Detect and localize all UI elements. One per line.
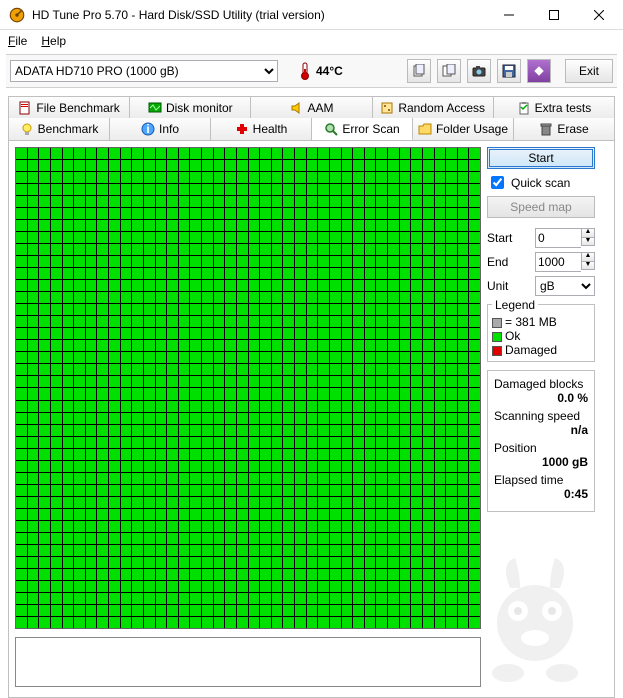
tab-file-benchmark[interactable]: File Benchmark: [8, 96, 130, 118]
elapsed-time-label: Elapsed time: [494, 473, 588, 487]
tab-aam[interactable]: AAM: [251, 96, 372, 118]
unit-label: Unit: [487, 279, 508, 293]
legend-block-icon: [492, 318, 502, 328]
save-button[interactable]: [497, 59, 521, 83]
copy-info-button[interactable]: [407, 59, 431, 83]
tab-info[interactable]: iInfo: [110, 118, 211, 140]
trash-icon: [539, 122, 553, 136]
start-input[interactable]: [535, 228, 581, 248]
toolbar: ADATA HD710 PRO (1000 gB) 44°C Exit: [6, 54, 617, 88]
tab-error-scan[interactable]: Error Scan: [312, 118, 413, 140]
minimize-button[interactable]: [486, 1, 531, 29]
stats-box: Damaged blocks 0.0 % Scanning speed n/a …: [487, 370, 595, 512]
start-button[interactable]: Start: [487, 147, 595, 169]
thermometer-icon: [298, 61, 312, 81]
app-icon: [8, 6, 26, 24]
close-button[interactable]: [576, 1, 621, 29]
tab-folder-usage[interactable]: Folder Usage: [413, 118, 514, 140]
info-icon: i: [141, 122, 155, 136]
monitor-icon: [148, 101, 162, 115]
options-button[interactable]: [527, 59, 551, 83]
message-box: [15, 637, 481, 687]
end-spinner[interactable]: ▲▼: [581, 252, 595, 272]
folder-icon: [418, 122, 432, 136]
health-icon: [235, 122, 249, 136]
tab-erase[interactable]: Erase: [514, 118, 615, 140]
damaged-blocks-label: Damaged blocks: [494, 377, 588, 391]
damaged-blocks-value: 0.0 %: [494, 391, 588, 405]
maximize-button[interactable]: [531, 1, 576, 29]
elapsed-time-value: 0:45: [494, 487, 588, 501]
tab-random-access[interactable]: Random Access: [373, 96, 494, 118]
screenshot-button[interactable]: [467, 59, 491, 83]
tab-health[interactable]: Health: [211, 118, 312, 140]
tab-content: Start Quick scan Speed map Start ▲▼ End …: [8, 140, 615, 698]
temperature-display: 44°C: [298, 61, 343, 81]
tab-extra-tests[interactable]: Extra tests: [494, 96, 615, 118]
speaker-icon: [290, 101, 304, 115]
legend-ok-icon: [492, 332, 502, 342]
legend-damaged-icon: [492, 346, 502, 356]
random-icon: [380, 101, 394, 115]
title-bar: HD Tune Pro 5.70 - Hard Disk/SSD Utility…: [0, 0, 623, 30]
menu-file[interactable]: File: [8, 34, 27, 48]
end-label: End: [487, 255, 508, 269]
start-spinner[interactable]: ▲▼: [581, 228, 595, 248]
magnifier-icon: [324, 122, 338, 136]
bulb-icon: [20, 122, 34, 136]
exit-button[interactable]: Exit: [565, 59, 613, 83]
window-title: HD Tune Pro 5.70 - Hard Disk/SSD Utility…: [32, 8, 486, 22]
start-label: Start: [487, 231, 512, 245]
tab-benchmark[interactable]: Benchmark: [8, 118, 110, 140]
position-label: Position: [494, 441, 588, 455]
svg-text:i: i: [146, 122, 149, 136]
end-input[interactable]: [535, 252, 581, 272]
menu-help[interactable]: Help: [41, 34, 66, 48]
scanning-speed-value: n/a: [494, 423, 588, 437]
tab-disk-monitor[interactable]: Disk monitor: [130, 96, 251, 118]
side-panel: Start Quick scan Speed map Start ▲▼ End …: [487, 147, 595, 691]
position-value: 1000 gB: [494, 455, 588, 469]
clipboard-icon: [517, 101, 531, 115]
speed-map-button[interactable]: Speed map: [487, 196, 595, 218]
file-icon: [18, 101, 32, 115]
scanning-speed-label: Scanning speed: [494, 409, 588, 423]
scan-grid: [15, 147, 481, 629]
legend-box: Legend = 381 MB Ok Damaged: [487, 304, 595, 362]
copy-screenshot-button[interactable]: [437, 59, 461, 83]
temperature-value: 44°C: [316, 64, 343, 78]
quick-scan-checkbox[interactable]: Quick scan: [487, 173, 595, 192]
drive-select[interactable]: ADATA HD710 PRO (1000 gB): [10, 60, 278, 82]
menu-bar: File Help: [0, 30, 623, 52]
unit-select[interactable]: gB: [535, 276, 595, 296]
